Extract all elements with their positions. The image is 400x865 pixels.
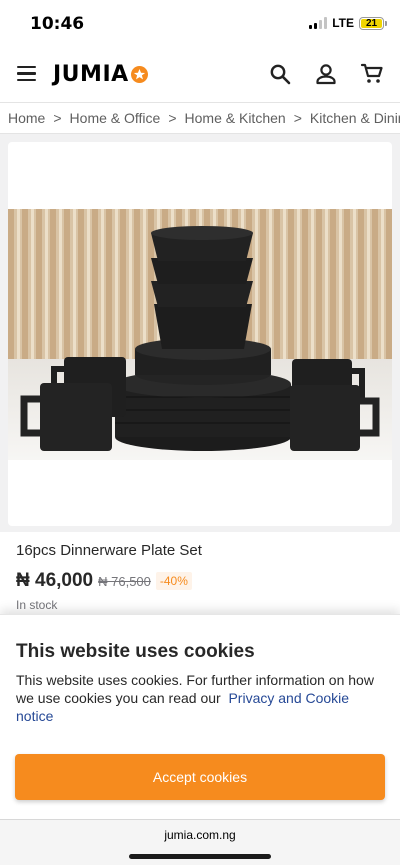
product-gallery[interactable] — [8, 142, 392, 526]
product-title: 16pcs Dinnerware Plate Set — [16, 542, 202, 559]
old-price: ₦ 76,500 — [98, 573, 151, 589]
cart-icon[interactable] — [360, 62, 384, 86]
discount-badge: -40% — [155, 572, 192, 590]
breadcrumb-separator: > — [53, 110, 62, 126]
status-bar: 10:46 LTE 21 — [0, 0, 400, 46]
menu-icon[interactable] — [17, 66, 36, 81]
status-indicators: LTE 21 — [309, 16, 387, 30]
cookie-text: This website uses cookies. For further i… — [16, 671, 386, 725]
breadcrumb-separator: > — [293, 110, 302, 126]
browser-address-bar[interactable]: jumia.com.ng — [0, 819, 400, 865]
breadcrumb-item-home[interactable]: Home — [8, 110, 45, 126]
cookie-banner: This website uses cookies This website u… — [0, 614, 400, 819]
status-time: 10:46 — [30, 14, 85, 34]
jumia-logo[interactable]: JUMIA — [53, 62, 148, 87]
star-logo-icon — [130, 66, 148, 83]
account-icon[interactable] — [314, 62, 338, 86]
product-price: ₦ 46,000 — [16, 570, 94, 591]
home-indicator — [129, 854, 271, 859]
breadcrumb-item-kitchen-dining[interactable]: Kitchen & Dining — [310, 110, 400, 126]
price-row: ₦ 46,000 ₦ 76,500 -40% — [16, 570, 192, 592]
site-header: JUMIA — [0, 46, 400, 102]
product-image[interactable] — [8, 209, 392, 460]
search-icon[interactable] — [268, 62, 292, 86]
network-label: LTE — [332, 16, 354, 30]
logo-text: JUMIA — [53, 62, 129, 87]
breadcrumb-separator: > — [168, 110, 177, 126]
url-text[interactable]: jumia.com.ng — [0, 828, 400, 842]
breadcrumb-item-home-kitchen[interactable]: Home & Kitchen — [185, 110, 286, 126]
battery-level: 21 — [365, 17, 378, 29]
stock-status: In stock — [16, 598, 58, 612]
product-info: 16pcs Dinnerware Plate Set ₦ 46,000 ₦ 76… — [0, 532, 400, 614]
accept-cookies-button[interactable]: Accept cookies — [15, 754, 385, 800]
battery-icon: 21 — [359, 16, 387, 30]
breadcrumb: Home > Home & Office > Home & Kitchen > Kitche… — [0, 102, 400, 134]
cookie-title: This website uses cookies — [16, 641, 255, 662]
signal-icon — [309, 17, 328, 29]
breadcrumb-item-home-office[interactable]: Home & Office — [70, 110, 161, 126]
